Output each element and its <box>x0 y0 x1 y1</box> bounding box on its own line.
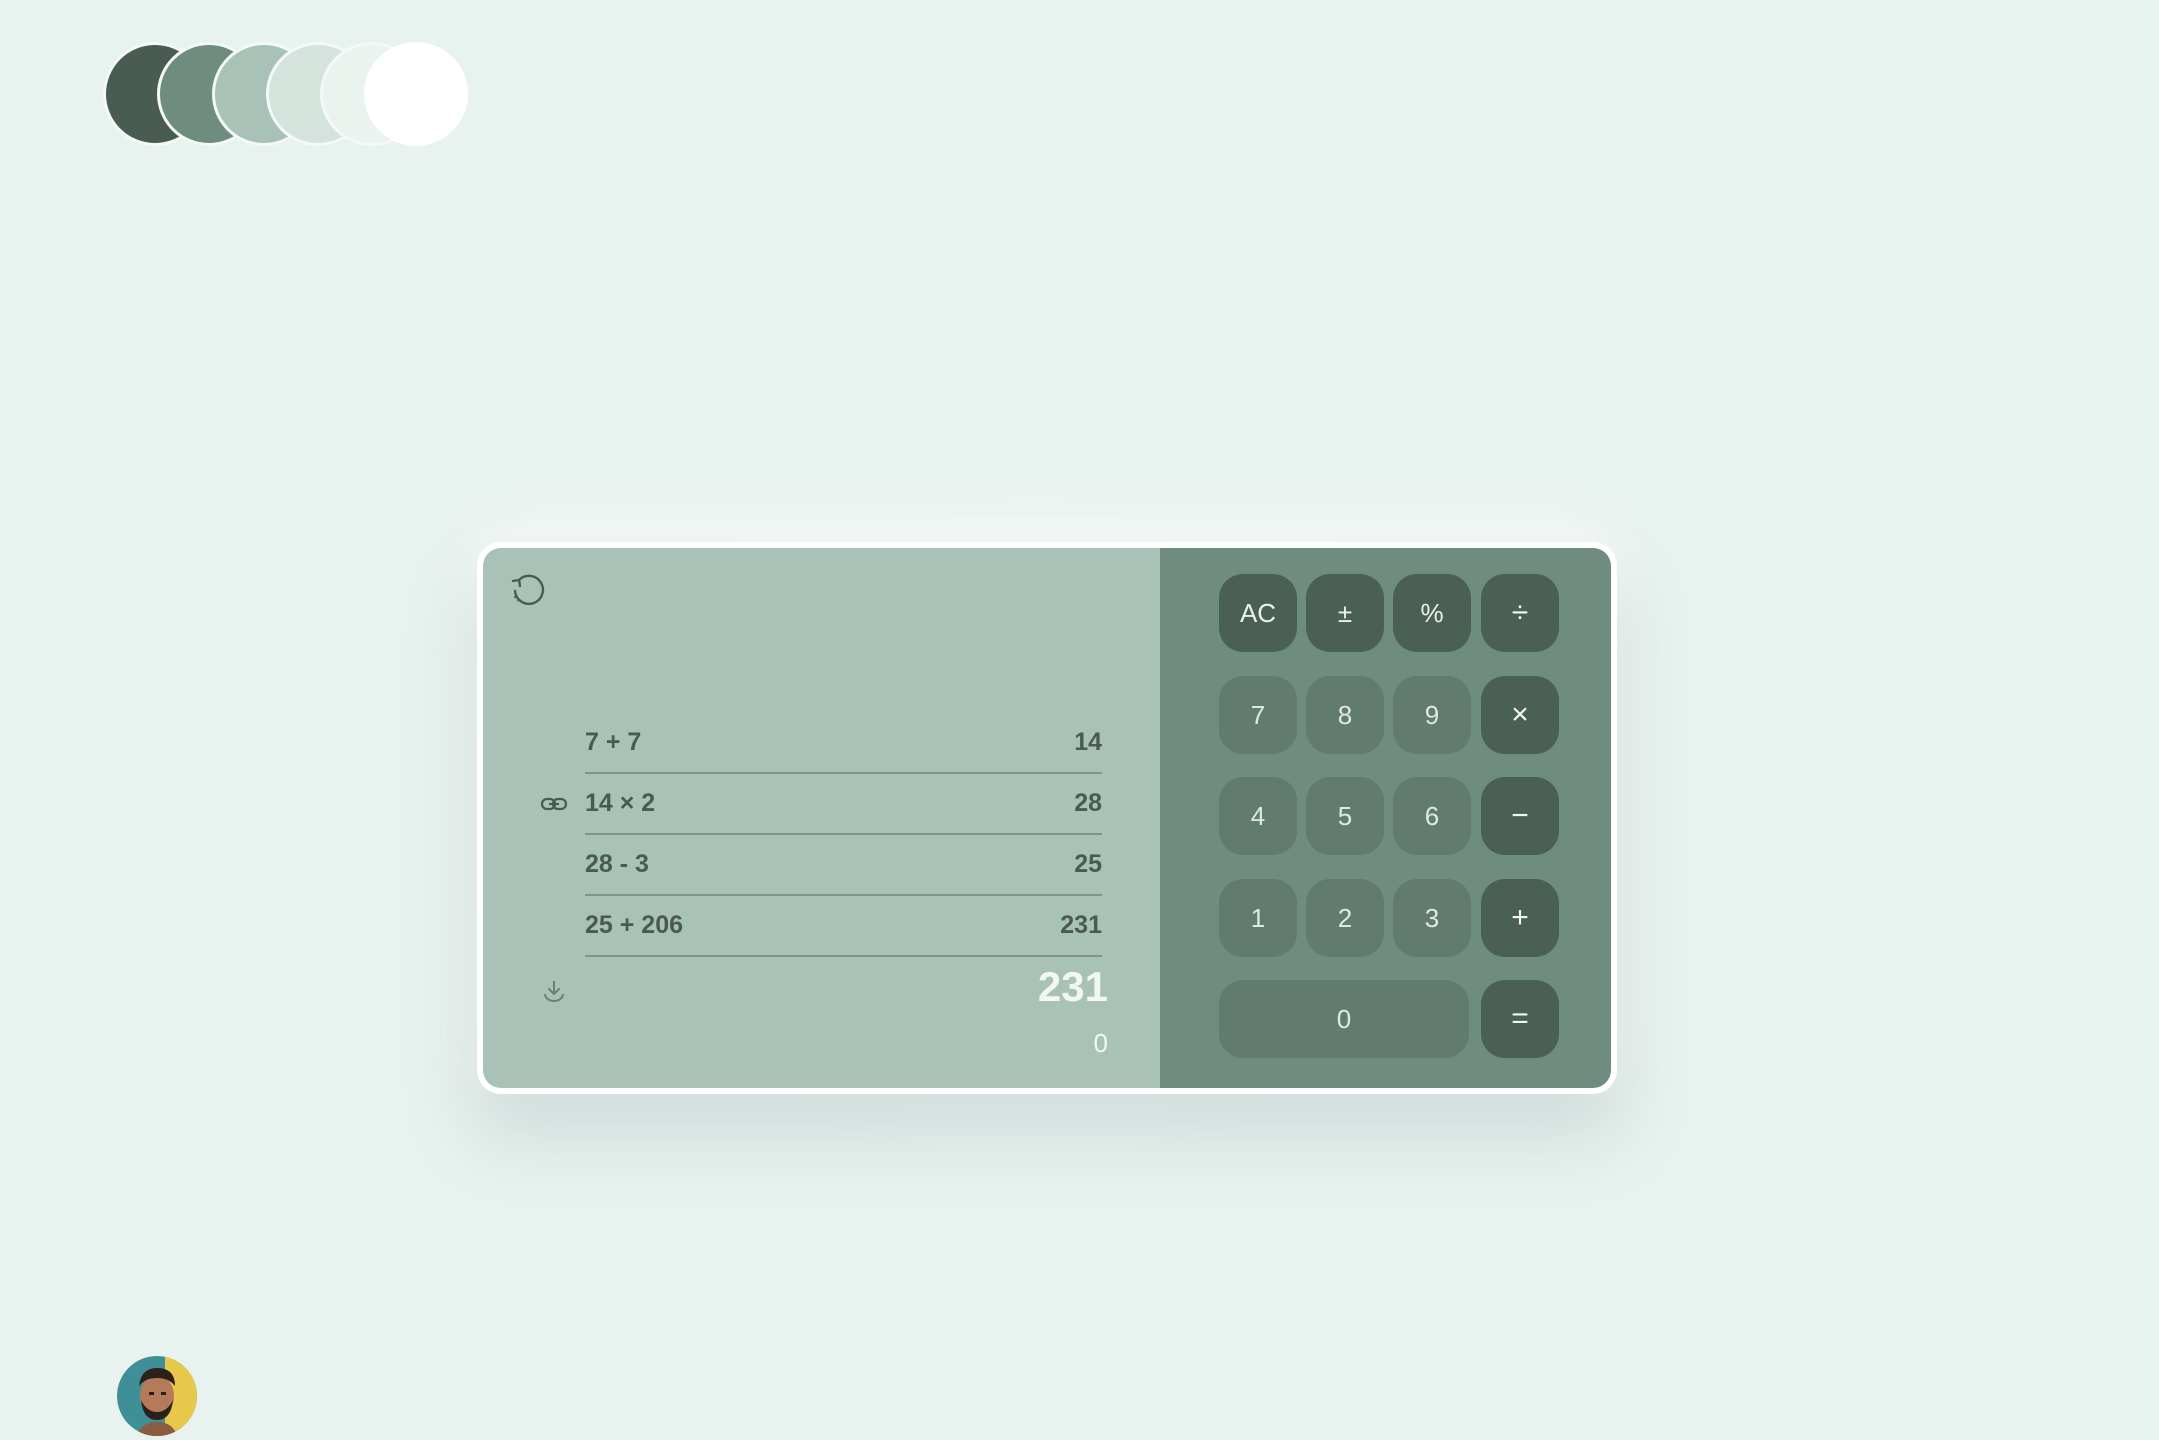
multiply-button[interactable]: × <box>1481 676 1559 754</box>
result-value: 231 <box>1037 963 1108 1010</box>
digit-7-button[interactable]: 7 <box>1219 676 1297 754</box>
history-result: 14 <box>1074 728 1102 756</box>
history-result: 25 <box>1074 850 1102 878</box>
subtract-button[interactable]: − <box>1481 777 1559 855</box>
history-expression: 14 × 2 <box>585 789 656 817</box>
display-panel: 7 + 7 14 14 × 2 28 28 - 3 25 25 + 206 23… <box>483 548 1160 1088</box>
sign-toggle-button[interactable]: ± <box>1306 574 1384 652</box>
history-row[interactable]: 25 + 206 231 <box>585 896 1102 957</box>
swatch-white <box>364 42 468 146</box>
equals-button[interactable]: = <box>1481 980 1559 1058</box>
percent-button[interactable]: % <box>1393 574 1471 652</box>
calculator-card: 7 + 7 14 14 × 2 28 28 - 3 25 25 + 206 23… <box>477 542 1617 1094</box>
divide-button[interactable]: ÷ <box>1481 574 1559 652</box>
avatar-image <box>117 1356 197 1436</box>
current-input: 0 <box>1093 1028 1108 1058</box>
history-result: 28 <box>1074 789 1102 817</box>
clear-button[interactable]: AC <box>1219 574 1297 652</box>
digit-4-button[interactable]: 4 <box>1219 777 1297 855</box>
history-expression: 7 + 7 <box>585 728 642 756</box>
page: 7 + 7 14 14 × 2 28 28 - 3 25 25 + 206 23… <box>0 0 2159 1440</box>
digit-8-button[interactable]: 8 <box>1306 676 1384 754</box>
digit-3-button[interactable]: 3 <box>1393 879 1471 957</box>
digit-5-button[interactable]: 5 <box>1306 777 1384 855</box>
digit-1-button[interactable]: 1 <box>1219 879 1297 957</box>
history-row[interactable]: 28 - 3 25 <box>585 835 1102 896</box>
download-icon[interactable] <box>541 978 567 1004</box>
digit-9-button[interactable]: 9 <box>1393 676 1471 754</box>
history-icon[interactable] <box>509 572 547 610</box>
user-avatar[interactable] <box>117 1356 197 1436</box>
history-expression: 25 + 206 <box>585 911 684 939</box>
digit-0-button[interactable]: 0 <box>1219 980 1469 1058</box>
history-expression: 28 - 3 <box>585 850 649 878</box>
add-button[interactable]: + <box>1481 879 1559 957</box>
digit-6-button[interactable]: 6 <box>1393 777 1471 855</box>
link-icon[interactable] <box>540 790 568 818</box>
history-row[interactable]: 14 × 2 28 <box>540 774 1102 835</box>
history-result: 231 <box>1060 911 1102 939</box>
history-list: 7 + 7 14 14 × 2 28 28 - 3 25 25 + 206 23… <box>540 713 1102 957</box>
calculator-body: 7 + 7 14 14 × 2 28 28 - 3 25 25 + 206 23… <box>483 548 1611 1088</box>
history-row[interactable]: 7 + 7 14 <box>585 713 1102 774</box>
digit-2-button[interactable]: 2 <box>1306 879 1384 957</box>
keypad-panel: AC ± % ÷ 7 8 9 × 4 5 6 − 1 2 3 + 0 = <box>1160 548 1611 1088</box>
